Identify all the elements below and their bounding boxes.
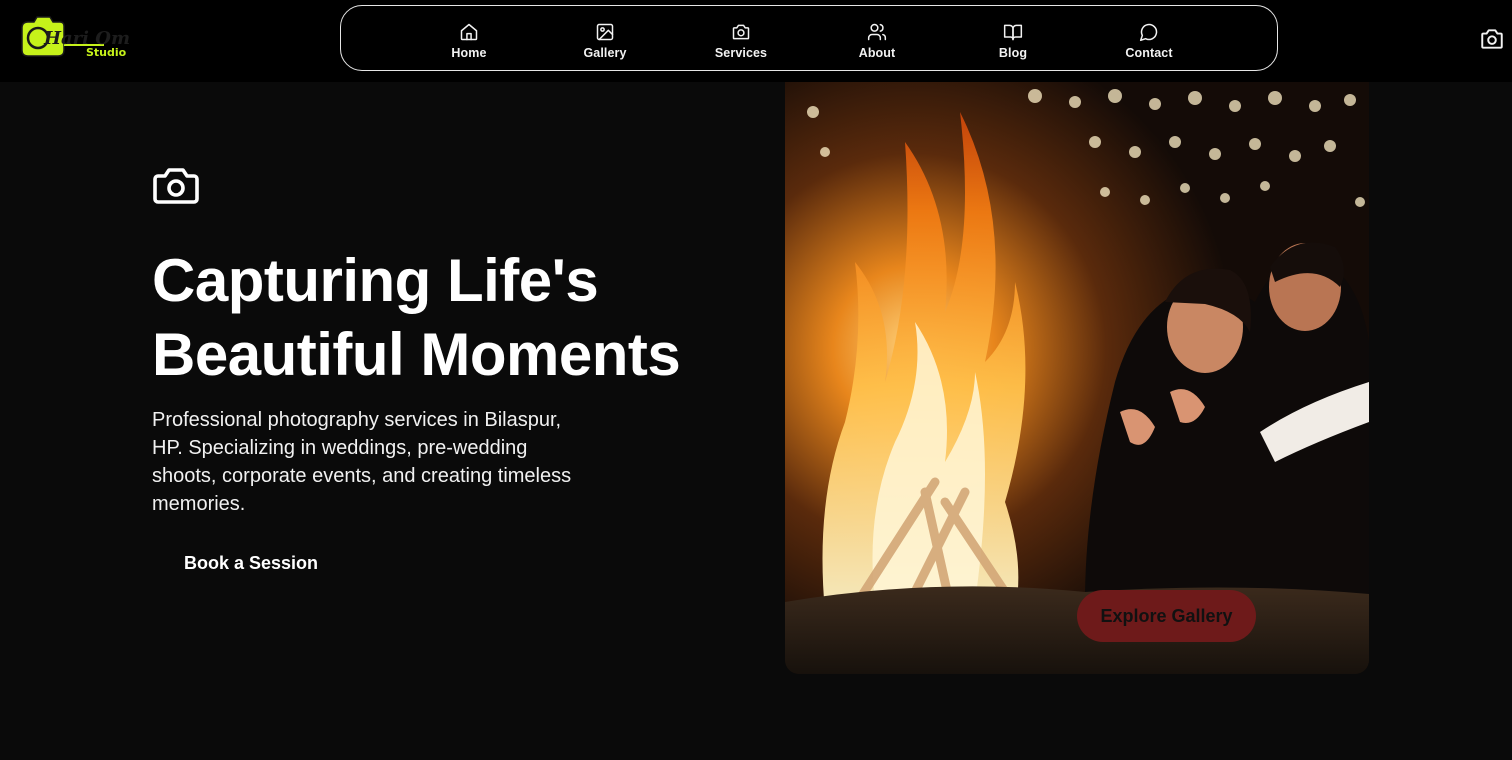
main-nav: Home Gallery Services About Blog Contact <box>340 5 1278 71</box>
nav-label-about: About <box>858 46 896 60</box>
studio-logo[interactable]: Hari Om Studio <box>20 14 132 60</box>
nav-label-gallery: Gallery <box>583 46 627 60</box>
nav-item-blog[interactable]: Blog <box>963 6 1063 72</box>
hero-camera-icon <box>152 166 200 206</box>
home-icon <box>459 22 479 42</box>
logo-text-line2: Studio <box>86 46 127 59</box>
hero-title-line1: Capturing Life's <box>152 247 599 314</box>
nav-item-gallery[interactable]: Gallery <box>555 6 655 72</box>
nav-item-contact[interactable]: Contact <box>1099 6 1199 72</box>
header-camera-icon[interactable] <box>1479 26 1505 52</box>
nav-item-about[interactable]: About <box>827 6 927 72</box>
hero-title-line2: Beautiful Moments <box>152 321 681 388</box>
nav-label-contact: Contact <box>1125 46 1173 60</box>
explore-gallery-button[interactable]: Explore Gallery <box>1077 590 1256 642</box>
hero-subtitle: Professional photography services in Bil… <box>152 409 572 515</box>
users-icon <box>867 22 887 42</box>
nav-item-services[interactable]: Services <box>691 6 791 72</box>
nav-item-home[interactable]: Home <box>419 6 519 72</box>
book-session-button[interactable]: Book a Session <box>184 550 318 576</box>
hero-image <box>785 82 1369 674</box>
nav-label-home: Home <box>451 46 487 60</box>
nav-label-blog: Blog <box>998 46 1028 60</box>
hero-title: Capturing Life's Beautiful Moments <box>152 244 752 392</box>
nav-label-services: Services <box>714 46 768 60</box>
book-icon <box>1003 22 1023 42</box>
message-icon <box>1139 22 1159 42</box>
site-header: Hari Om Studio Home Gallery Services Abo… <box>0 0 1512 82</box>
camera-icon <box>731 22 751 42</box>
image-icon <box>595 22 615 42</box>
